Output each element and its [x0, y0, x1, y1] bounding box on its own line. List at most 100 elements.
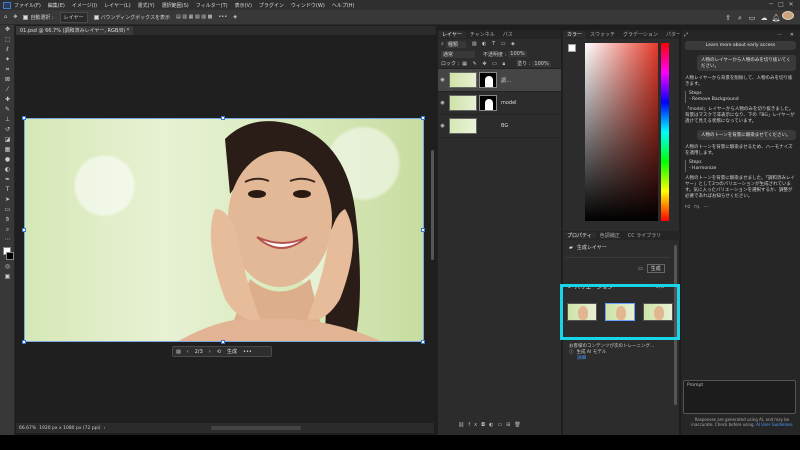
blur-tool-icon[interactable]: ●	[0, 155, 15, 165]
move-tool-icon[interactable]: ✥	[0, 25, 15, 35]
layer-name[interactable]: BG	[501, 123, 508, 129]
notification-icon[interactable]: 🔔︎	[770, 14, 782, 22]
gradient-tool-icon[interactable]: ▦	[0, 145, 15, 155]
prev-variation-icon[interactable]: ‹	[187, 349, 189, 355]
variation-thumbnail-2[interactable]	[605, 303, 635, 321]
3d-mode-icon[interactable]: ◈	[233, 14, 237, 20]
status-arrow-icon[interactable]: ›	[104, 426, 106, 431]
transform-handle-tm[interactable]	[221, 116, 225, 120]
menu-file[interactable]: ファイル(F)	[14, 2, 41, 9]
document-tab[interactable]: 01.psd @ 66.7% (調和済みレイヤー, RGB/8) *	[16, 26, 134, 35]
layer-row-model[interactable]: ◉ model	[438, 92, 561, 115]
transform-handle-br[interactable]	[421, 340, 425, 344]
thumbs-down-icon[interactable]: 👎︎	[694, 204, 703, 210]
search-icon[interactable]: ⌕	[734, 14, 746, 23]
tab-properties[interactable]: プロパティ	[563, 232, 596, 239]
learn-more-link[interactable]: Learn more about early access	[685, 41, 796, 50]
home-icon[interactable]: ⌂	[4, 14, 7, 20]
menu-edit[interactable]: 編集(E)	[48, 2, 65, 9]
maximize-icon[interactable]: □	[776, 1, 786, 8]
dodge-tool-icon[interactable]: ◐	[0, 165, 15, 175]
tab-color[interactable]: カラー	[563, 31, 587, 38]
transform-handle-ml[interactable]	[22, 228, 26, 232]
more-options-icon[interactable]: •••	[243, 349, 252, 355]
tab-adjustments[interactable]: 色調補正	[596, 232, 624, 239]
layer-mask-thumbnail[interactable]	[479, 72, 497, 88]
clone-stamp-tool-icon[interactable]: ⊥	[0, 115, 15, 125]
canvas-vertical-scrollbar[interactable]	[431, 150, 434, 260]
filter-icons[interactable]: ▨ ◐ T ▭ ◈	[472, 41, 517, 47]
details-link[interactable]: 詳細	[577, 356, 677, 362]
hand-tool-icon[interactable]: ✋︎	[0, 215, 15, 225]
blend-mode-dropdown[interactable]: 通常	[441, 50, 476, 58]
visibility-eye-icon[interactable]: ◉	[438, 100, 447, 106]
menu-plugins[interactable]: プラグイン	[259, 2, 284, 9]
transform-handle-mr[interactable]	[421, 228, 425, 232]
type-tool-icon[interactable]: T	[0, 185, 15, 195]
pen-tool-icon[interactable]: ✒	[0, 175, 15, 185]
frame-tool-icon[interactable]: ⊠	[0, 75, 15, 85]
variation-thumbnail-3[interactable]	[643, 303, 673, 321]
menu-select[interactable]: 選択範囲(S)	[162, 2, 189, 9]
workspace-icon[interactable]: ▭	[746, 14, 758, 22]
assistant-header-icons[interactable]: ⋯ ✕	[777, 32, 797, 38]
move-tool-icon[interactable]: ✥	[13, 14, 17, 20]
info-icon[interactable]: ▭	[638, 266, 643, 272]
link-icon[interactable]: ⛓	[458, 422, 468, 428]
menu-type[interactable]: 書式(Y)	[138, 2, 155, 9]
minimize-icon[interactable]: ─	[766, 1, 776, 8]
zoom-level[interactable]: 66.67%	[19, 426, 36, 431]
tab-swatches[interactable]: スウォッチ	[586, 31, 619, 38]
avatar[interactable]	[782, 11, 794, 22]
prompt-input[interactable]: Prompt	[683, 380, 796, 414]
share-icon[interactable]: ⇪	[722, 14, 734, 22]
menu-layer[interactable]: レイヤー(L)	[104, 2, 131, 9]
generate-button[interactable]: 生成	[227, 348, 237, 355]
new-layer-icon[interactable]: ⊞	[506, 422, 514, 428]
transform-handle-bl[interactable]	[22, 340, 26, 344]
rectangle-tool-icon[interactable]: ▭	[0, 205, 15, 215]
properties-generate-button[interactable]: 生成	[646, 264, 665, 273]
cloud-icon[interactable]: ☁	[758, 14, 770, 22]
group-icon[interactable]: ▭	[497, 422, 506, 428]
mask-icon[interactable]: ◘	[481, 422, 489, 428]
fx-icon[interactable]: fx	[468, 422, 481, 428]
lock-icons[interactable]: ▦ ✎ ✥ ▭ 🔒︎	[462, 61, 507, 67]
foreground-swatch[interactable]	[568, 44, 576, 52]
color-picker-field[interactable]	[585, 43, 658, 221]
menu-help[interactable]: ヘルプ(H)	[332, 2, 355, 9]
crop-tool-icon[interactable]: ⌗	[0, 65, 15, 75]
transform-handle-tr[interactable]	[421, 116, 425, 120]
tab-channels[interactable]: チャンネル	[466, 31, 499, 38]
thumbs-up-icon[interactable]: 👍︎	[685, 204, 694, 210]
background-color-swatch[interactable]	[6, 252, 14, 260]
hue-slider[interactable]	[661, 43, 669, 221]
visibility-eye-icon[interactable]: ◉	[438, 77, 447, 83]
menu-image[interactable]: イメージ(I)	[72, 2, 97, 9]
lasso-tool-icon[interactable]: ℓ	[0, 45, 15, 55]
close-icon[interactable]: ✕	[786, 1, 796, 8]
magic-wand-tool-icon[interactable]: ✦	[0, 55, 15, 65]
variation-thumbnail-1[interactable]	[567, 303, 597, 321]
color-swatches[interactable]	[568, 44, 580, 56]
layer-row-harmonized[interactable]: ◉ 調…	[438, 69, 561, 92]
document-image[interactable]	[24, 118, 424, 342]
image-icon[interactable]: ▨	[176, 349, 181, 355]
adjustment-icon[interactable]: ◐	[489, 422, 497, 428]
history-brush-tool-icon[interactable]: ↺	[0, 125, 15, 135]
eyedropper-tool-icon[interactable]: ⁄	[0, 85, 15, 95]
expand-icon[interactable]: ⤢	[684, 32, 688, 38]
layer-name[interactable]: model	[501, 100, 517, 106]
next-variation-icon[interactable]: ›	[209, 349, 211, 355]
more-icon[interactable]: •••	[218, 14, 227, 20]
layer-mask-thumbnail[interactable]	[479, 95, 497, 111]
more-icon[interactable]: ⋯	[703, 204, 712, 210]
layer-filter-dropdown[interactable]: 種類	[445, 40, 466, 48]
transform-handle-tl[interactable]	[22, 116, 26, 120]
delete-icon[interactable]: 🗑︎	[514, 422, 524, 428]
photoshop-logo-icon[interactable]	[3, 1, 11, 9]
align-icons[interactable]: ▤ ▥ ▦ ▧ ▨ ▩	[176, 14, 212, 20]
layer-name[interactable]: 調…	[501, 77, 511, 84]
healing-brush-tool-icon[interactable]: ✚	[0, 95, 15, 105]
layer-select-dropdown[interactable]: レイヤー	[59, 11, 88, 23]
